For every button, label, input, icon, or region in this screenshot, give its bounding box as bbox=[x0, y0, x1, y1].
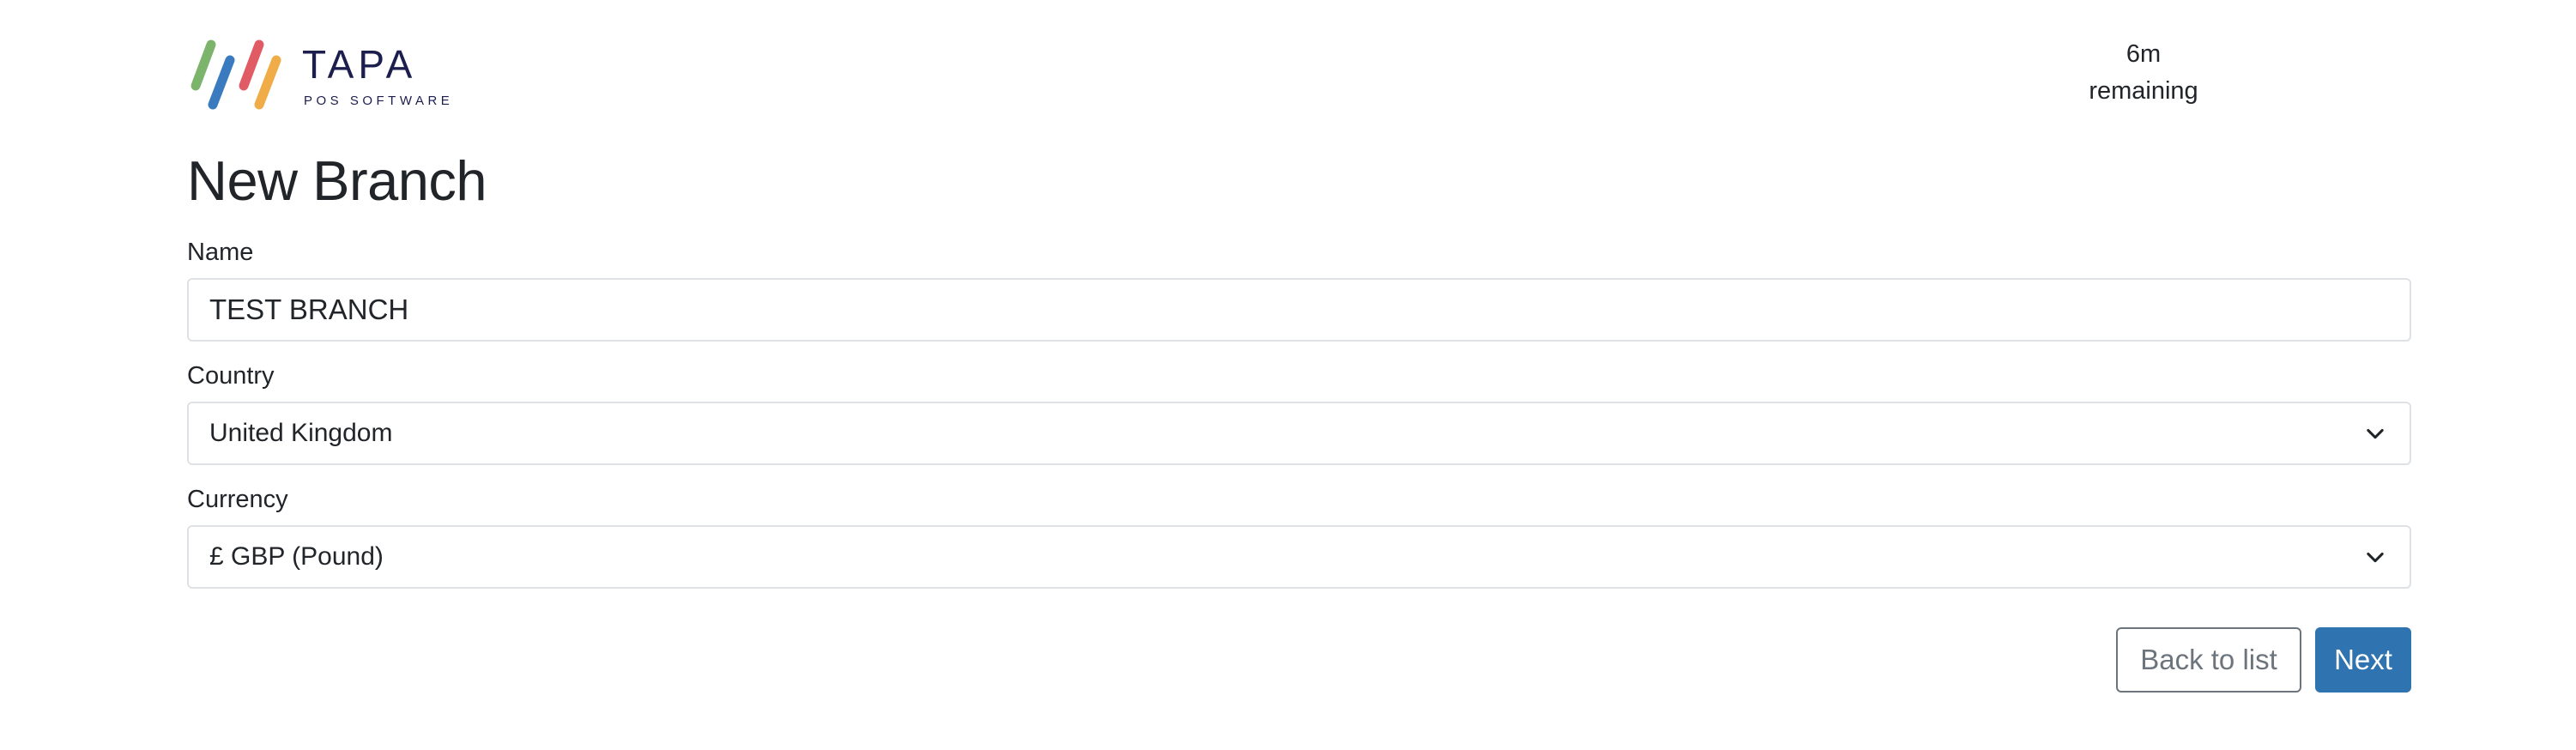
session-timer: 6m remaining bbox=[2066, 36, 2221, 110]
country-label: Country bbox=[187, 362, 275, 390]
timer-value: 6m bbox=[2126, 40, 2162, 68]
next-button[interactable]: Next bbox=[2315, 627, 2411, 693]
tapa-logo[interactable]: TAPA POS SOFTWARE bbox=[187, 36, 462, 113]
currency-select-value: £ GBP (Pound) bbox=[209, 542, 384, 571]
back-to-list-button[interactable]: Back to list bbox=[2116, 627, 2301, 693]
logo-stripes-icon bbox=[190, 39, 281, 110]
country-select[interactable]: United Kingdom bbox=[187, 402, 2411, 465]
page-title: New Branch bbox=[187, 149, 487, 212]
country-select-value: United Kingdom bbox=[209, 419, 393, 447]
timer-label: remaining bbox=[2089, 77, 2198, 105]
currency-select[interactable]: £ GBP (Pound) bbox=[187, 525, 2411, 589]
chevron-down-icon bbox=[2367, 428, 2384, 439]
chevron-down-icon bbox=[2367, 552, 2384, 563]
currency-label: Currency bbox=[187, 486, 288, 513]
name-input[interactable]: TEST BRANCH bbox=[187, 278, 2411, 342]
logo-tagline: POS SOFTWARE bbox=[304, 94, 454, 108]
name-label: Name bbox=[187, 239, 254, 266]
name-input-value: TEST BRANCH bbox=[209, 293, 409, 325]
header: TAPA POS SOFTWARE 6m remaining bbox=[187, 36, 2411, 118]
page: TAPA POS SOFTWARE 6m remaining New Branc… bbox=[0, 0, 2576, 750]
logo-wordmark: TAPA bbox=[302, 42, 417, 87]
